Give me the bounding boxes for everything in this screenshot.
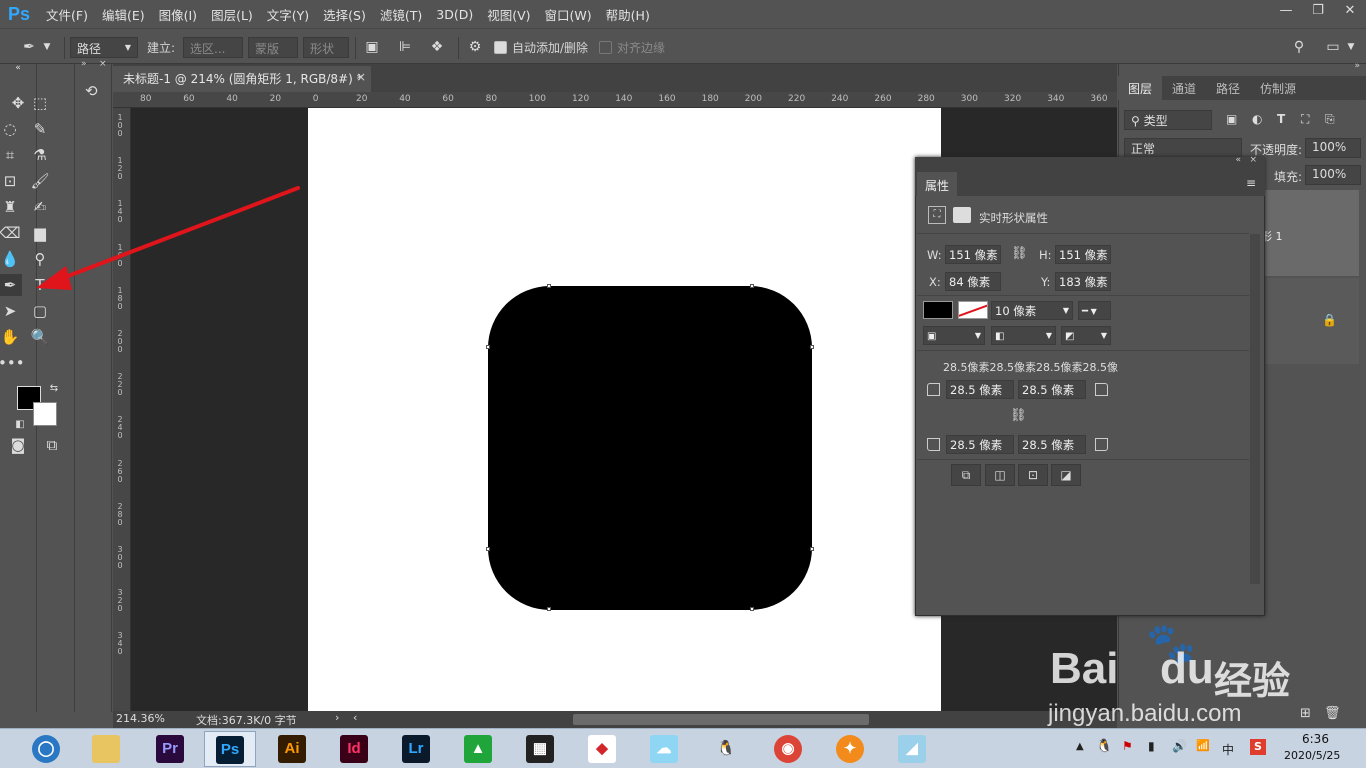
tray-battery-icon[interactable]: ▮ [1148,739,1155,753]
taskbar-qq[interactable]: 🐧 [700,731,752,767]
watermark-suffix: 经验 [1214,659,1291,703]
arrow-head [36,266,72,290]
premiere-icon: Pr [156,735,184,763]
chrome-icon: ◉ [774,735,802,763]
taskbar-explorer[interactable] [80,731,132,767]
clock-date[interactable]: 2020/5/25 [1284,749,1340,762]
taskbar-premiere[interactable]: Pr [144,731,196,767]
red-app-icon: ◆ [588,735,616,763]
taskbar-chrome[interactable]: ◉ [762,731,814,767]
taskbar-photoshop[interactable]: Ps [204,731,256,767]
start-button[interactable]: ◯ [20,731,72,767]
illustrator-icon: Ai [278,735,306,763]
taskbar-app-orange[interactable]: ✦ [824,731,876,767]
watermark-url: jingyan.baidu.com [1048,700,1242,727]
indesign-icon: Id [340,735,368,763]
taskbar-illustrator[interactable]: Ai [266,731,318,767]
tray-expand-icon[interactable]: ▲ [1076,741,1084,752]
ime-indicator[interactable]: 中 [1222,741,1234,758]
tray-network-icon[interactable]: 📶 [1196,739,1210,752]
taskbar-app-green[interactable]: ▲ [452,731,504,767]
folder-icon [92,735,120,763]
arrow-shaft [53,186,300,283]
watermark-brand-suffix: du [1160,644,1214,693]
cloud-app-icon: ☁ [650,735,678,763]
orange-app-icon: ✦ [836,735,864,763]
tray-flag-icon[interactable]: ⚑ [1122,739,1133,753]
taskbar-app-cloud[interactable]: ☁ [638,731,690,767]
windows-start-icon: ◯ [32,735,60,763]
lightroom-icon: Lr [402,735,430,763]
taskbar-indesign[interactable]: Id [328,731,380,767]
tray-volume-icon[interactable]: 🔊 [1172,739,1187,753]
baidu-watermark: 🐾 Bai du 经验 jingyan.baidu.com [1048,620,1348,730]
qq-penguin-icon: 🐧 [716,740,736,757]
film-icon: ▦ [526,735,554,763]
taskbar-app-red[interactable]: ◆ [576,731,628,767]
green-app-icon: ▲ [464,735,492,763]
clock-time[interactable]: 6:36 [1302,732,1329,746]
windows-taskbar: ◯ Pr Ps Ai Id Lr ▲ ▦ ◆ ☁ 🐧 ◉ ✦ ◢ ▲ 🐧 ⚑ ▮… [0,728,1366,768]
taskbar-app-blue[interactable]: ◢ [886,731,938,767]
blue-app-icon: ◢ [898,735,926,763]
watermark-brand: Bai [1050,644,1119,693]
tray-qq-icon[interactable]: 🐧 [1096,739,1112,754]
photoshop-icon: Ps [216,736,244,764]
sogou-ime-icon[interactable]: S [1250,739,1266,755]
taskbar-video-editor[interactable]: ▦ [514,731,566,767]
taskbar-lightroom[interactable]: Lr [390,731,442,767]
